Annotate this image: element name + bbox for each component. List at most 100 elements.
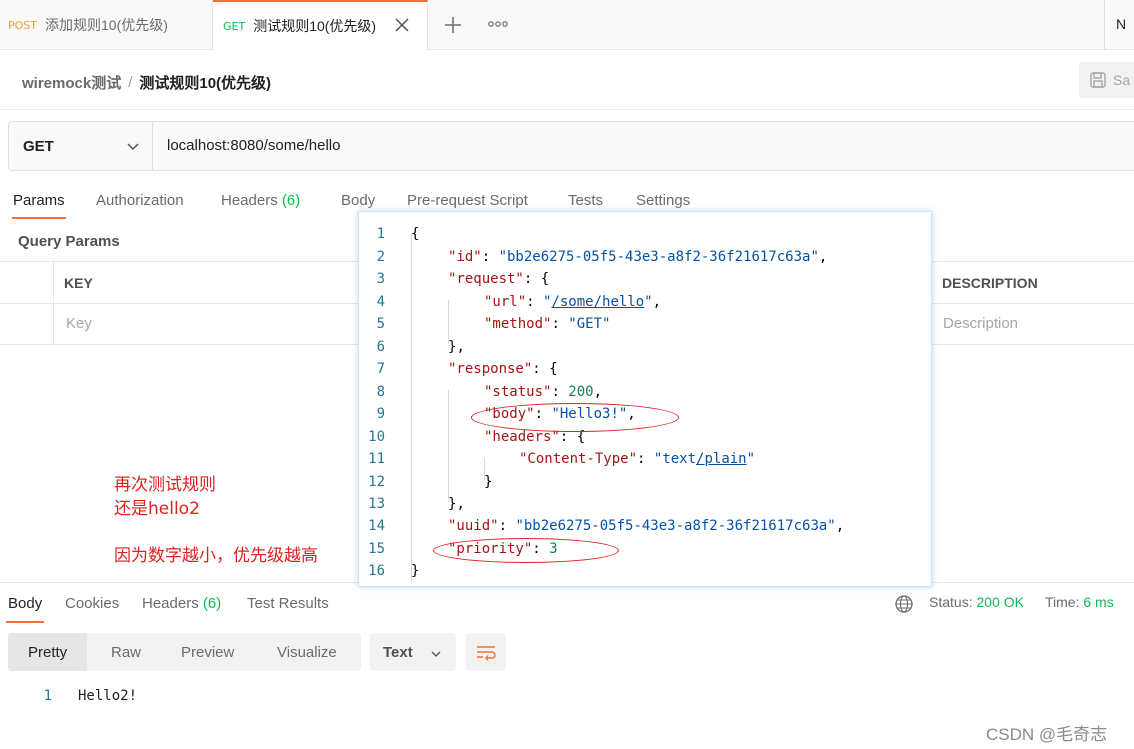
tab-label: Headers [221, 192, 278, 209]
tab-tests[interactable]: Tests [568, 192, 603, 209]
globe-icon[interactable] [894, 594, 914, 617]
tab-label: Headers [142, 595, 199, 612]
json-string: "bb2e6275-05f5-43e3-a8f2-36f21617c63a" [515, 518, 836, 534]
time-value: 6 ms [1083, 594, 1114, 610]
code-line: 11 "Content-Type": "text/plain" [359, 451, 931, 473]
response-tab-test-results[interactable]: Test Results [247, 595, 329, 612]
json-string: "GET" [568, 316, 611, 332]
tab-authorization[interactable]: Authorization [96, 192, 184, 209]
chevron-down-icon [430, 647, 442, 664]
response-time: Time: 6 ms [1045, 594, 1114, 610]
tab-label: Test Results [247, 595, 329, 612]
wrap-lines-button[interactable] [466, 633, 506, 671]
view-tab-pretty[interactable]: Pretty [8, 633, 88, 671]
tab-pre-request-script[interactable]: Pre-request Script [407, 192, 528, 209]
key-input[interactable]: Key [66, 315, 92, 332]
tab-method: POST [8, 18, 37, 32]
view-tab-raw[interactable]: Raw [111, 633, 141, 671]
tab-headers[interactable]: Headers (6) [221, 192, 300, 209]
tab-title: 测试规则10(优先级) [253, 18, 377, 34]
line-number: 11 [368, 451, 385, 467]
close-icon[interactable] [393, 16, 411, 34]
breadcrumb-row: wiremock测试 / 测试规则10(优先级) Sa [0, 50, 1134, 110]
tab-count: (6) [281, 192, 301, 209]
response-view-tabs: Pretty Raw Preview Visualize [8, 633, 361, 671]
json-key: "request" [448, 271, 524, 287]
method-value: GET [23, 137, 54, 155]
response-tab-body[interactable]: Body [8, 595, 42, 612]
line-number: 13 [368, 496, 385, 512]
view-tab-preview[interactable]: Preview [181, 633, 234, 671]
highlight-ellipse-body [471, 403, 679, 432]
json-key: "method" [484, 316, 552, 332]
tab-label: Tests [568, 192, 604, 209]
tab-params[interactable]: Params [13, 192, 65, 209]
breadcrumb-parent[interactable]: wiremock测试 [22, 72, 121, 93]
plus-icon[interactable] [440, 12, 466, 38]
tab-label: Params [13, 192, 65, 209]
chevron-down-icon [126, 139, 140, 157]
column-header-key: KEY [64, 275, 93, 291]
tab-bar: POST 添加规则10(优先级) GET 测试规则10(优先级) N [0, 0, 1134, 50]
code-line: 1{ [359, 226, 931, 248]
highlight-ellipse-priority [433, 538, 619, 563]
json-string-part: /plain [696, 451, 747, 467]
format-value: Text [383, 643, 413, 661]
annotation-line-1: 再次测试规则 [114, 475, 216, 495]
response-line-number: 1 [43, 688, 52, 704]
tab-count: (6) [202, 595, 222, 612]
json-brace: { [549, 361, 558, 377]
time-label: Time: [1045, 594, 1080, 610]
active-tab-indicator [12, 217, 66, 219]
more-icon[interactable] [486, 14, 510, 34]
json-brace: } [411, 563, 420, 579]
response-tab-headers[interactable]: Headers (6) [142, 595, 221, 612]
query-params-title: Query Params [18, 233, 120, 250]
table-column-divider [53, 262, 54, 346]
code-line: 3 "request": { [359, 271, 931, 293]
line-number: 5 [376, 316, 385, 332]
json-string: "bb2e6275-05f5-43e3-a8f2-36f21617c63a" [498, 249, 819, 265]
tabbar-right-label[interactable]: N [1116, 16, 1126, 32]
view-tab-visualize[interactable]: Visualize [277, 633, 337, 671]
json-brace: } [484, 474, 493, 490]
json-key: "response" [448, 361, 533, 377]
code-line: 7 "response": { [359, 361, 931, 383]
breadcrumb-current[interactable]: 测试规则10(优先级) [139, 72, 271, 93]
json-key: "Content-Type" [519, 451, 638, 467]
response-status: Status: 200 OK [929, 594, 1024, 610]
json-key: "uuid" [448, 518, 499, 534]
status-label: Status: [929, 594, 973, 610]
description-input[interactable]: Description [943, 315, 1018, 332]
format-select[interactable]: Text [370, 633, 456, 671]
code-line: 16} [359, 563, 931, 585]
response-tab-cookies[interactable]: Cookies [65, 595, 119, 612]
tab-title: 添加规则10(优先级) [45, 17, 168, 33]
line-number: 9 [376, 406, 385, 422]
line-number: 1 [376, 226, 385, 242]
line-number: 6 [376, 339, 385, 355]
code-line: 14 "uuid": "bb2e6275-05f5-43e3-a8f2-36f21… [359, 518, 931, 540]
tab-test-rule[interactable]: GET 测试规则10(优先级) [213, 0, 428, 50]
url-input[interactable]: localhost:8080/some/hello [167, 137, 340, 154]
save-label: Sa [1113, 72, 1131, 88]
line-number: 14 [368, 518, 385, 534]
breadcrumb-separator: / [128, 74, 133, 91]
line-number: 4 [376, 294, 385, 310]
json-key: "status" [484, 384, 552, 400]
line-number: 15 [368, 541, 385, 557]
code-line: 4 "url": "/some/hello", [359, 294, 931, 316]
line-number: 8 [376, 384, 385, 400]
code-line: 13}, [359, 496, 931, 518]
response-body-text: Hello2! [78, 688, 138, 704]
json-key: "url" [484, 294, 527, 310]
tab-add-rule[interactable]: POST 添加规则10(优先级) [0, 0, 213, 50]
method-select[interactable]: GET [9, 122, 153, 170]
tab-settings[interactable]: Settings [636, 192, 690, 209]
watermark: CSDN @毛奇志 [986, 725, 1108, 744]
request-url-bar: GET localhost:8080/some/hello [8, 121, 1134, 171]
tab-label: Authorization [96, 192, 184, 209]
save-button[interactable]: Sa [1079, 62, 1134, 98]
code-line: 12} [359, 474, 931, 496]
tab-body[interactable]: Body [341, 192, 375, 209]
